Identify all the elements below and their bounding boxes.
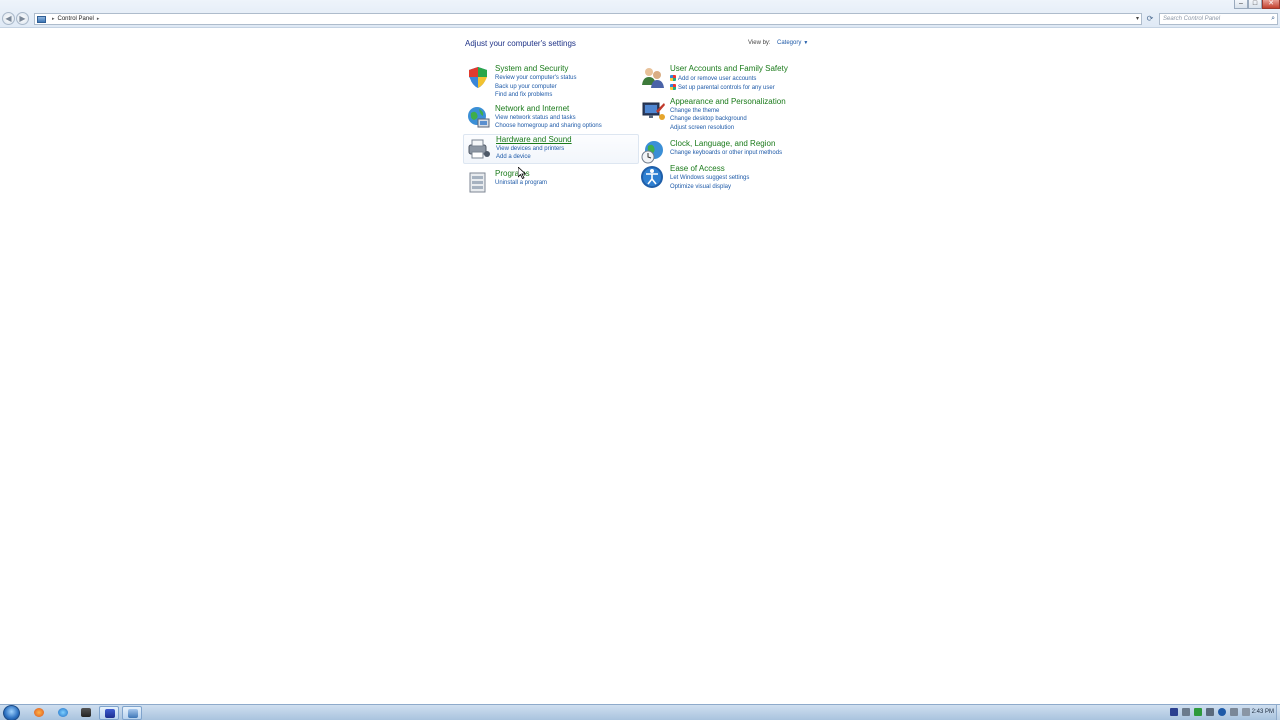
programs-icon[interactable] <box>465 169 491 195</box>
taskbar-paint[interactable] <box>99 706 119 720</box>
mouse-cursor-icon <box>518 167 526 179</box>
category-user-accounts: User Accounts and Family Safety Add or r… <box>640 64 820 92</box>
navigation-buttons: ◀ ▶ <box>2 12 29 25</box>
volume-icon[interactable] <box>1242 708 1250 716</box>
page-title: Adjust your computer's settings <box>465 39 576 48</box>
link-find-fix[interactable]: Find and fix problems <box>495 92 552 98</box>
category-clock-language: Clock, Language, and Region Change keybo… <box>640 139 820 165</box>
category-network-internet: Network and Internet View network status… <box>465 104 637 132</box>
breadcrumb-control-panel[interactable]: Control Panel <box>58 16 94 22</box>
link-text[interactable]: Set up parental controls for any user <box>678 85 775 91</box>
link-desktop-background[interactable]: Change desktop background <box>670 116 747 122</box>
link-add-device[interactable]: Add a device <box>496 154 531 160</box>
uac-shield-icon <box>670 75 676 81</box>
chevron-down-icon[interactable]: ▼ <box>803 40 808 46</box>
shield-tray-icon[interactable] <box>1194 708 1202 716</box>
link-homegroup[interactable]: Choose homegroup and sharing options <box>495 123 602 129</box>
main-content: Adjust your computer's settings View by:… <box>0 28 1280 704</box>
view-by-label: View by: <box>748 40 771 46</box>
control-panel-icon <box>37 15 46 23</box>
category-title-network-internet[interactable]: Network and Internet <box>495 104 569 113</box>
control-panel-window: – □ ✕ ◀ ▶ ▸ Control Panel ▸ ▾ ⟳ Search C… <box>0 0 1280 720</box>
taskbar-control-panel[interactable] <box>122 706 142 720</box>
link-windows-suggest[interactable]: Let Windows suggest settings <box>670 175 749 181</box>
taskbar-ie[interactable] <box>53 706 73 720</box>
taskbar: 2:43 PM <box>0 704 1280 720</box>
users-icon[interactable] <box>640 64 666 90</box>
link-back-up[interactable]: Back up your computer <box>495 84 557 90</box>
search-placeholder: Search Control Panel <box>1163 16 1221 22</box>
search-input[interactable]: Search Control Panel ⌕ <box>1159 13 1278 25</box>
view-by-dropdown[interactable]: Category ▼ <box>777 40 808 46</box>
bluetooth-icon[interactable] <box>1218 708 1226 716</box>
category-title-clock-language[interactable]: Clock, Language, and Region <box>670 139 775 148</box>
link-parental-controls[interactable]: Set up parental controls for any user <box>670 84 775 91</box>
breadcrumb-separator[interactable]: ▸ <box>97 16 100 22</box>
window-controls: – □ ✕ <box>1234 0 1280 10</box>
link-add-remove-accounts[interactable]: Add or remove user accounts <box>670 75 756 82</box>
link-optimize-display[interactable]: Optimize visual display <box>670 184 731 190</box>
forward-button[interactable]: ▶ <box>16 12 29 25</box>
taskbar-clock[interactable]: 2:43 PM <box>1252 709 1274 715</box>
link-review-status[interactable]: Review your computer's status <box>495 75 577 81</box>
category-title-appearance[interactable]: Appearance and Personalization <box>670 97 786 106</box>
paint-icon <box>105 709 115 718</box>
taskbar-app[interactable] <box>76 706 96 720</box>
category-programs: Programs Uninstall a program <box>465 169 637 193</box>
system-tray <box>1170 708 1250 716</box>
link-keyboards[interactable]: Change keyboards or other input methods <box>670 150 782 156</box>
link-text[interactable]: Add or remove user accounts <box>678 76 756 82</box>
category-title-ease-of-access[interactable]: Ease of Access <box>670 164 725 173</box>
refresh-button[interactable]: ⟳ <box>1144 13 1156 25</box>
tray-arrow-icon[interactable] <box>1182 708 1190 716</box>
monitor-paint-icon[interactable] <box>640 97 666 123</box>
category-hardware-sound[interactable]: Hardware and Sound View devices and prin… <box>463 134 639 164</box>
category-ease-of-access: Ease of Access Let Windows suggest setti… <box>640 164 820 192</box>
category-title-hardware-sound[interactable]: Hardware and Sound <box>496 135 572 144</box>
category-system-security: System and Security Review your computer… <box>465 64 637 100</box>
signal-icon[interactable] <box>1230 708 1238 716</box>
breadcrumb-separator[interactable]: ▸ <box>52 16 55 22</box>
address-bar[interactable]: ▸ Control Panel ▸ ▾ <box>34 13 1142 25</box>
category-title-system-security[interactable]: System and Security <box>495 64 568 73</box>
search-icon[interactable]: ⌕ <box>1271 14 1275 24</box>
taskbar-firefox[interactable] <box>29 706 49 720</box>
control-panel-icon <box>128 709 138 718</box>
link-devices-printers[interactable]: View devices and printers <box>496 146 564 152</box>
link-network-status[interactable]: View network status and tasks <box>495 115 576 121</box>
title-bar: – □ ✕ ◀ ▶ ▸ Control Panel ▸ ▾ ⟳ Search C… <box>0 0 1280 28</box>
app-icon <box>81 708 91 717</box>
globe-clock-icon[interactable] <box>640 139 666 165</box>
language-icon[interactable] <box>1170 708 1178 716</box>
printer-hardware-icon[interactable] <box>466 136 492 162</box>
uac-shield-icon <box>670 84 676 90</box>
minimize-button[interactable]: – <box>1234 0 1248 9</box>
network-icon[interactable] <box>1206 708 1214 716</box>
firefox-icon <box>34 708 44 717</box>
maximize-button[interactable]: □ <box>1248 0 1262 9</box>
category-appearance: Appearance and Personalization Change th… <box>640 97 820 133</box>
address-dropdown-icon[interactable]: ▾ <box>1136 15 1139 22</box>
back-button[interactable]: ◀ <box>2 12 15 25</box>
view-by-value[interactable]: Category <box>777 40 801 46</box>
ease-of-access-icon[interactable] <box>640 164 666 190</box>
link-change-theme[interactable]: Change the theme <box>670 108 719 114</box>
link-screen-resolution[interactable]: Adjust screen resolution <box>670 125 734 131</box>
link-uninstall-program[interactable]: Uninstall a program <box>495 180 547 186</box>
close-button[interactable]: ✕ <box>1262 0 1280 9</box>
category-title-user-accounts[interactable]: User Accounts and Family Safety <box>670 64 788 73</box>
globe-network-icon[interactable] <box>465 104 491 130</box>
ie-icon <box>58 708 68 717</box>
start-button[interactable] <box>3 705 20 720</box>
show-desktop-button[interactable] <box>1276 705 1280 720</box>
shield-system-icon[interactable] <box>465 64 491 90</box>
